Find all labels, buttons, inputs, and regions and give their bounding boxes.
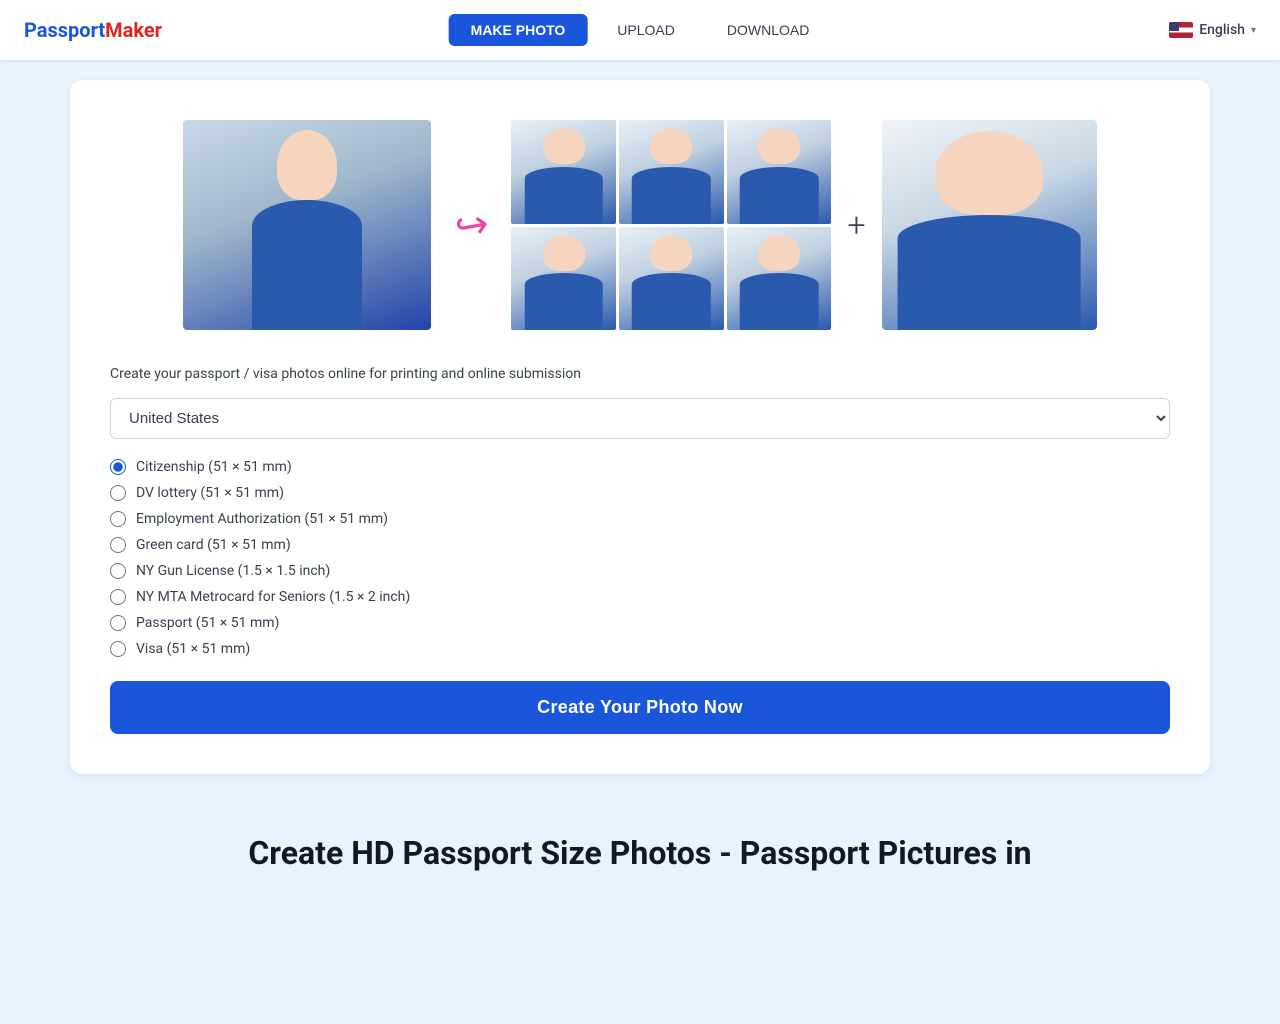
radio-label-passport: Passport (51 × 51 mm) bbox=[136, 615, 279, 631]
logo: Passport Maker bbox=[24, 18, 162, 42]
radio-input-dv_lottery[interactable] bbox=[110, 485, 126, 501]
radio-input-green_card[interactable] bbox=[110, 537, 126, 553]
grid-photo-4 bbox=[511, 227, 616, 331]
radio-label-citizenship: Citizenship (51 × 51 mm) bbox=[136, 459, 292, 475]
create-photo-button[interactable]: Create Your Photo Now bbox=[110, 681, 1170, 734]
radio-input-employment[interactable] bbox=[110, 511, 126, 527]
photo-grid-area: + bbox=[511, 120, 1096, 330]
bottom-section: Create HD Passport Size Photos - Passpor… bbox=[0, 834, 1280, 872]
radio-label-employment: Employment Authorization (51 × 51 mm) bbox=[136, 511, 388, 527]
language-selector[interactable]: English ▾ bbox=[1169, 22, 1256, 38]
form-section: Create your passport / visa photos onlin… bbox=[110, 366, 1170, 734]
chevron-down-icon: ▾ bbox=[1251, 25, 1256, 36]
grid-photo-5 bbox=[619, 227, 724, 331]
grid-photo-3 bbox=[727, 120, 832, 224]
language-text: English bbox=[1199, 22, 1245, 38]
original-photo bbox=[183, 120, 431, 330]
person-body bbox=[252, 200, 362, 330]
main-card: ↪ bbox=[70, 80, 1210, 774]
radio-input-visa[interactable] bbox=[110, 641, 126, 657]
arrow-area: ↪ bbox=[431, 202, 511, 249]
grid-photo-2 bbox=[619, 120, 724, 224]
radio-item-visa[interactable]: Visa (51 × 51 mm) bbox=[110, 641, 1170, 657]
radio-item-employment[interactable]: Employment Authorization (51 × 51 mm) bbox=[110, 511, 1170, 527]
photo-demo: ↪ bbox=[110, 120, 1170, 330]
photo-type-options: Citizenship (51 × 51 mm) DV lottery (51 ×… bbox=[110, 459, 1170, 657]
radio-input-ny_gun[interactable] bbox=[110, 563, 126, 579]
single-photo bbox=[882, 120, 1097, 330]
download-nav-button[interactable]: DOWNLOAD bbox=[705, 14, 831, 46]
radio-label-dv_lottery: DV lottery (51 × 51 mm) bbox=[136, 485, 284, 501]
header: Passport Maker MAKE PHOTO UPLOAD DOWNLOA… bbox=[0, 0, 1280, 60]
radio-item-ny_gun[interactable]: NY Gun License (1.5 × 1.5 inch) bbox=[110, 563, 1170, 579]
flag-icon bbox=[1169, 22, 1193, 38]
plus-icon: + bbox=[847, 206, 865, 244]
photo-grid bbox=[511, 120, 831, 330]
upload-nav-button[interactable]: UPLOAD bbox=[595, 14, 697, 46]
person-silhouette bbox=[242, 130, 372, 330]
radio-item-green_card[interactable]: Green card (51 × 51 mm) bbox=[110, 537, 1170, 553]
radio-label-visa: Visa (51 × 51 mm) bbox=[136, 641, 250, 657]
bottom-heading-text: Create HD Passport Size Photos - Passpor… bbox=[70, 834, 1210, 872]
radio-input-ny_mta[interactable] bbox=[110, 589, 126, 605]
make-photo-nav-button[interactable]: MAKE PHOTO bbox=[449, 14, 588, 46]
radio-label-ny_gun: NY Gun License (1.5 × 1.5 inch) bbox=[136, 563, 330, 579]
radio-input-passport[interactable] bbox=[110, 615, 126, 631]
logo-maker: Maker bbox=[105, 18, 162, 42]
logo-passport: Passport bbox=[24, 18, 105, 42]
main-wrapper: ↪ bbox=[0, 60, 1280, 794]
radio-label-ny_mta: NY MTA Metrocard for Seniors (1.5 × 2 in… bbox=[136, 589, 410, 605]
grid-photo-6 bbox=[727, 227, 832, 331]
radio-item-ny_mta[interactable]: NY MTA Metrocard for Seniors (1.5 × 2 in… bbox=[110, 589, 1170, 605]
radio-item-passport[interactable]: Passport (51 × 51 mm) bbox=[110, 615, 1170, 631]
radio-item-dv_lottery[interactable]: DV lottery (51 × 51 mm) bbox=[110, 485, 1170, 501]
country-select[interactable]: United StatesUnited KingdomCanadaAustral… bbox=[110, 398, 1170, 439]
curved-arrow-icon: ↪ bbox=[451, 199, 492, 251]
radio-input-citizenship[interactable] bbox=[110, 459, 126, 475]
grid-photo-1 bbox=[511, 120, 616, 224]
main-nav: MAKE PHOTO UPLOAD DOWNLOAD bbox=[449, 14, 832, 46]
radio-item-citizenship[interactable]: Citizenship (51 × 51 mm) bbox=[110, 459, 1170, 475]
form-subtitle: Create your passport / visa photos onlin… bbox=[110, 366, 1170, 382]
person-head bbox=[277, 130, 337, 200]
radio-label-green_card: Green card (51 × 51 mm) bbox=[136, 537, 291, 553]
